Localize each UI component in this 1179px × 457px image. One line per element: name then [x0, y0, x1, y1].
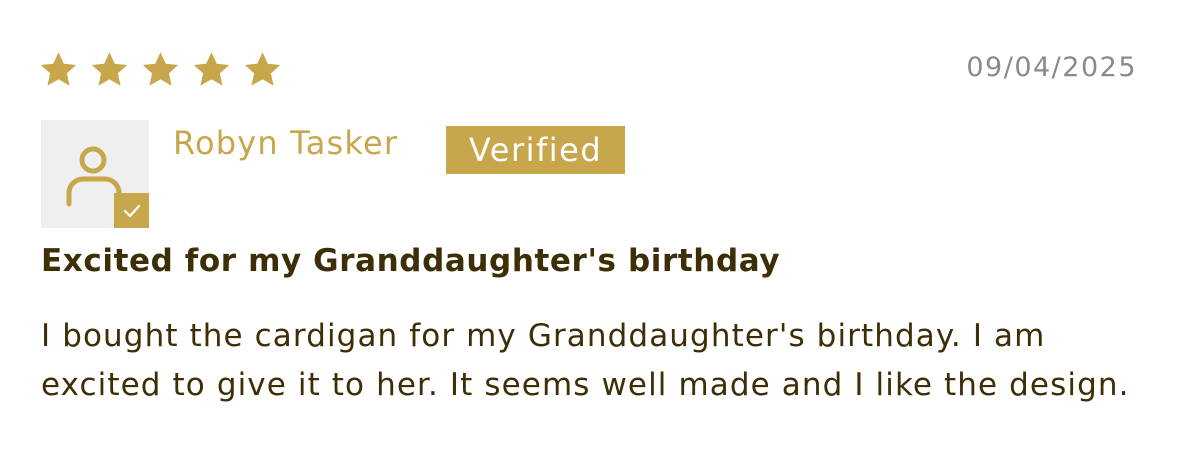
review-date: 09/04/2025: [966, 52, 1137, 83]
reviewer-name: Robyn Tasker: [173, 124, 399, 162]
star-icon: [90, 51, 129, 88]
check-icon: [123, 204, 141, 218]
review-title: Excited for my Granddaughter's birthday: [41, 243, 781, 279]
avatar: [41, 120, 149, 228]
star-icon: [141, 51, 180, 88]
review-card: 09/04/2025 Robyn Tasker Verified Excited…: [0, 0, 1179, 457]
star-icon: [243, 51, 282, 88]
verified-check-badge: [114, 193, 149, 228]
verified-badge: Verified: [446, 126, 625, 174]
star-icon: [192, 51, 231, 88]
review-body: I bought the cardigan for my Granddaught…: [41, 318, 1130, 403]
star-rating: [39, 51, 282, 88]
star-icon: [39, 51, 78, 88]
